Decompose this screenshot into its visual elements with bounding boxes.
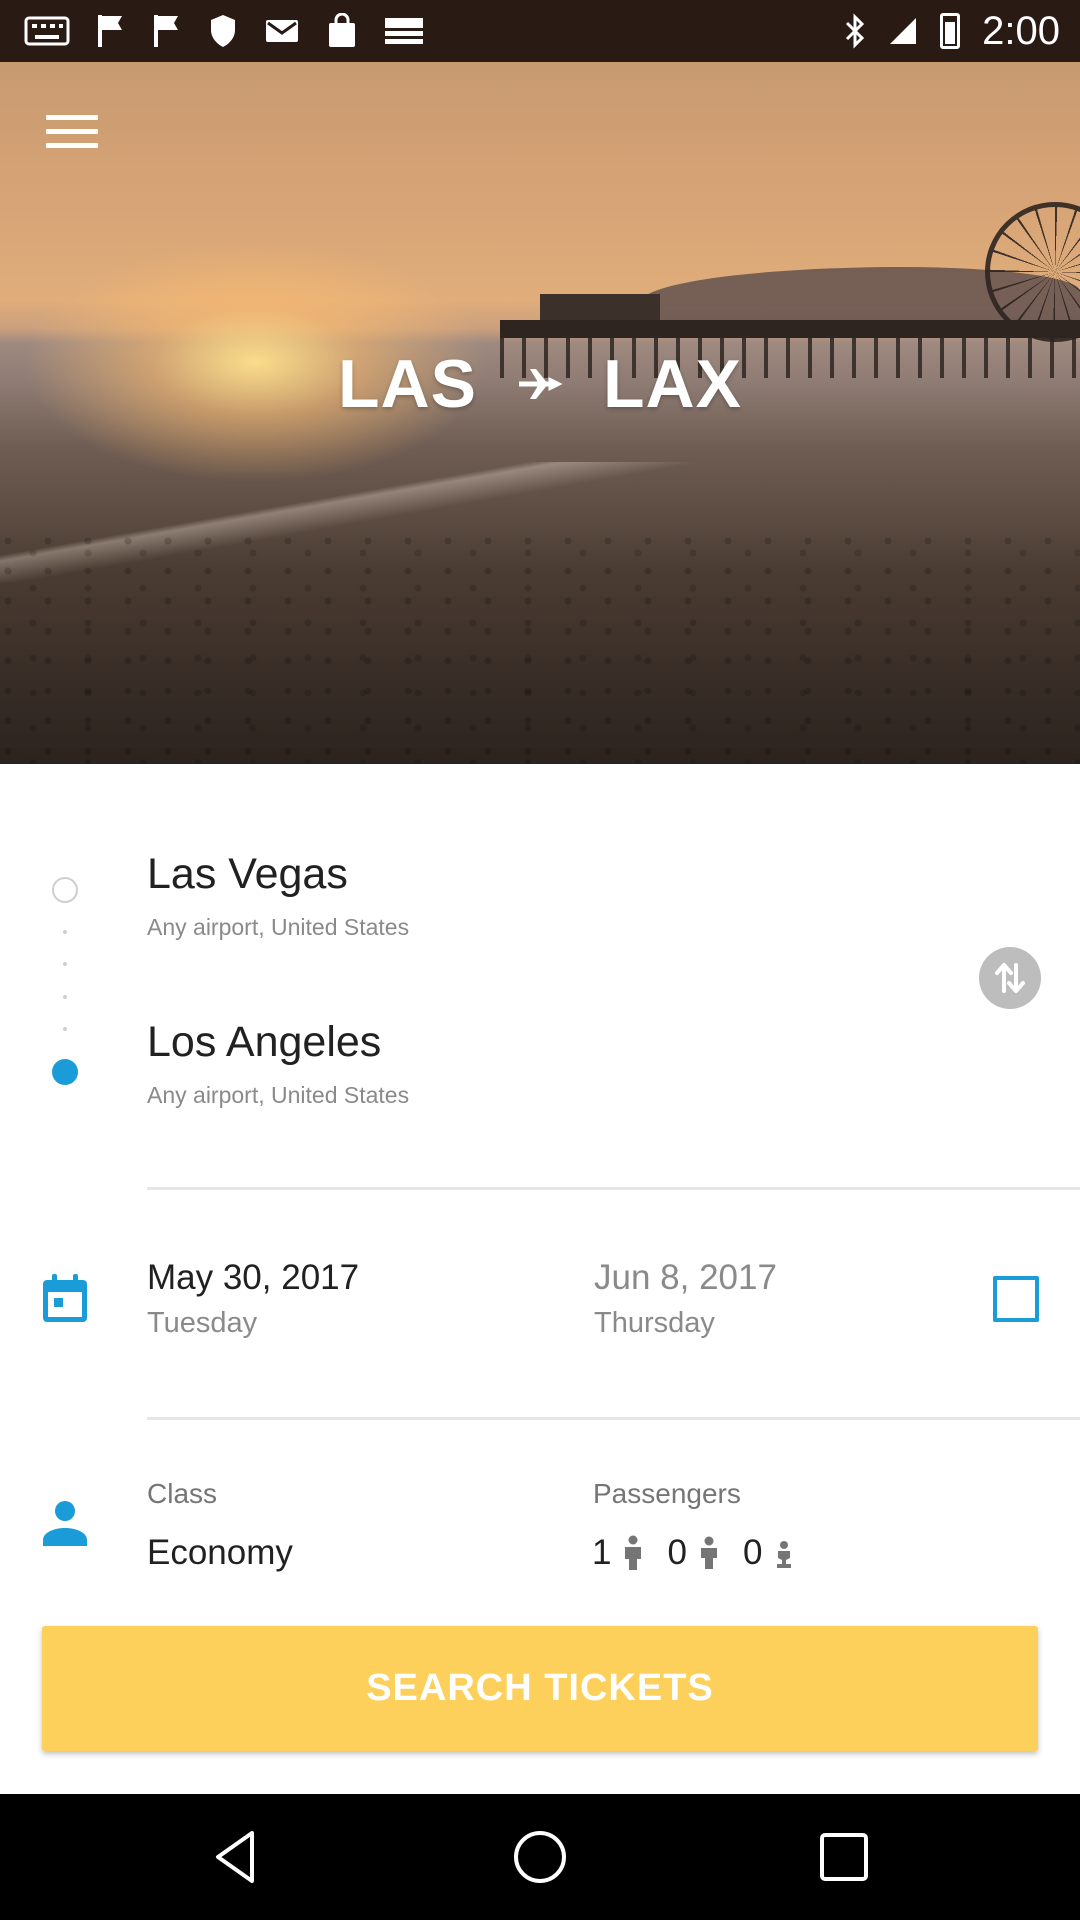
return-trip-checkbox[interactable] xyxy=(993,1276,1039,1322)
signal-icon xyxy=(890,18,917,44)
bluetooth-icon xyxy=(846,13,865,49)
origin-city[interactable]: Las Vegas xyxy=(147,850,348,899)
destination-marker xyxy=(52,1059,78,1085)
battery-icon xyxy=(940,13,961,49)
class-label: Class xyxy=(147,1478,218,1509)
destination-city[interactable]: Los Angeles xyxy=(147,1018,381,1067)
flag-icon xyxy=(98,15,122,47)
origin-code: LAS xyxy=(338,346,477,422)
children-value: 0 xyxy=(667,1533,687,1572)
swap-button[interactable] xyxy=(979,947,1041,1009)
status-bar: 2:00 xyxy=(0,0,1080,62)
passengers-selector[interactable]: 1 0 0 xyxy=(592,1533,804,1573)
shield-icon xyxy=(211,15,235,47)
flag-icon xyxy=(154,15,178,47)
destination-code: LAX xyxy=(603,346,742,422)
route-header: LAS LAX xyxy=(0,344,1080,424)
shopping-bag-icon xyxy=(329,13,355,47)
hero-sand xyxy=(0,532,1080,764)
adults-value: 1 xyxy=(592,1533,612,1572)
children-count: 0 xyxy=(667,1533,720,1573)
plane-icon xyxy=(519,369,563,399)
return-date[interactable]: Jun 8, 2017 xyxy=(594,1258,777,1298)
espn-icon xyxy=(385,18,423,44)
swap-arrows-icon xyxy=(995,963,1025,993)
back-icon[interactable] xyxy=(206,1827,266,1887)
home-icon[interactable] xyxy=(510,1827,570,1887)
infants-count: 0 xyxy=(743,1533,796,1573)
system-status: 2:00 xyxy=(844,8,1060,54)
class-value[interactable]: Economy xyxy=(147,1533,293,1573)
origin-airport[interactable]: Any airport, United States xyxy=(147,914,409,941)
hero-pier-building xyxy=(540,294,660,322)
search-tickets-button[interactable]: SEARCH TICKETS xyxy=(42,1626,1038,1751)
menu-icon-bar xyxy=(46,129,98,134)
passengers-label: Passengers xyxy=(593,1478,741,1509)
person-icon xyxy=(43,1501,87,1546)
menu-button[interactable] xyxy=(46,115,98,155)
adult-icon xyxy=(625,1535,642,1570)
email-icon xyxy=(266,20,298,42)
notification-icons xyxy=(24,10,424,52)
return-day: Thursday xyxy=(594,1307,715,1339)
child-icon xyxy=(700,1536,717,1569)
clock: 2:00 xyxy=(982,8,1060,53)
divider xyxy=(147,1417,1080,1420)
adults-count: 1 xyxy=(592,1533,645,1573)
calendar-icon xyxy=(43,1274,87,1322)
destination-airport[interactable]: Any airport, United States xyxy=(147,1082,409,1109)
infant-icon xyxy=(777,1541,792,1568)
hero-pier xyxy=(500,320,1080,338)
navigation-bar xyxy=(0,1794,1080,1920)
divider xyxy=(147,1187,1080,1190)
menu-icon-bar xyxy=(46,115,98,120)
origin-marker xyxy=(52,877,78,903)
depart-date[interactable]: May 30, 2017 xyxy=(147,1258,359,1298)
menu-icon-bar xyxy=(46,143,98,148)
recents-icon[interactable] xyxy=(814,1827,874,1887)
depart-day: Tuesday xyxy=(147,1307,258,1339)
infants-value: 0 xyxy=(742,1533,763,1572)
keyboard-icon xyxy=(24,16,70,46)
